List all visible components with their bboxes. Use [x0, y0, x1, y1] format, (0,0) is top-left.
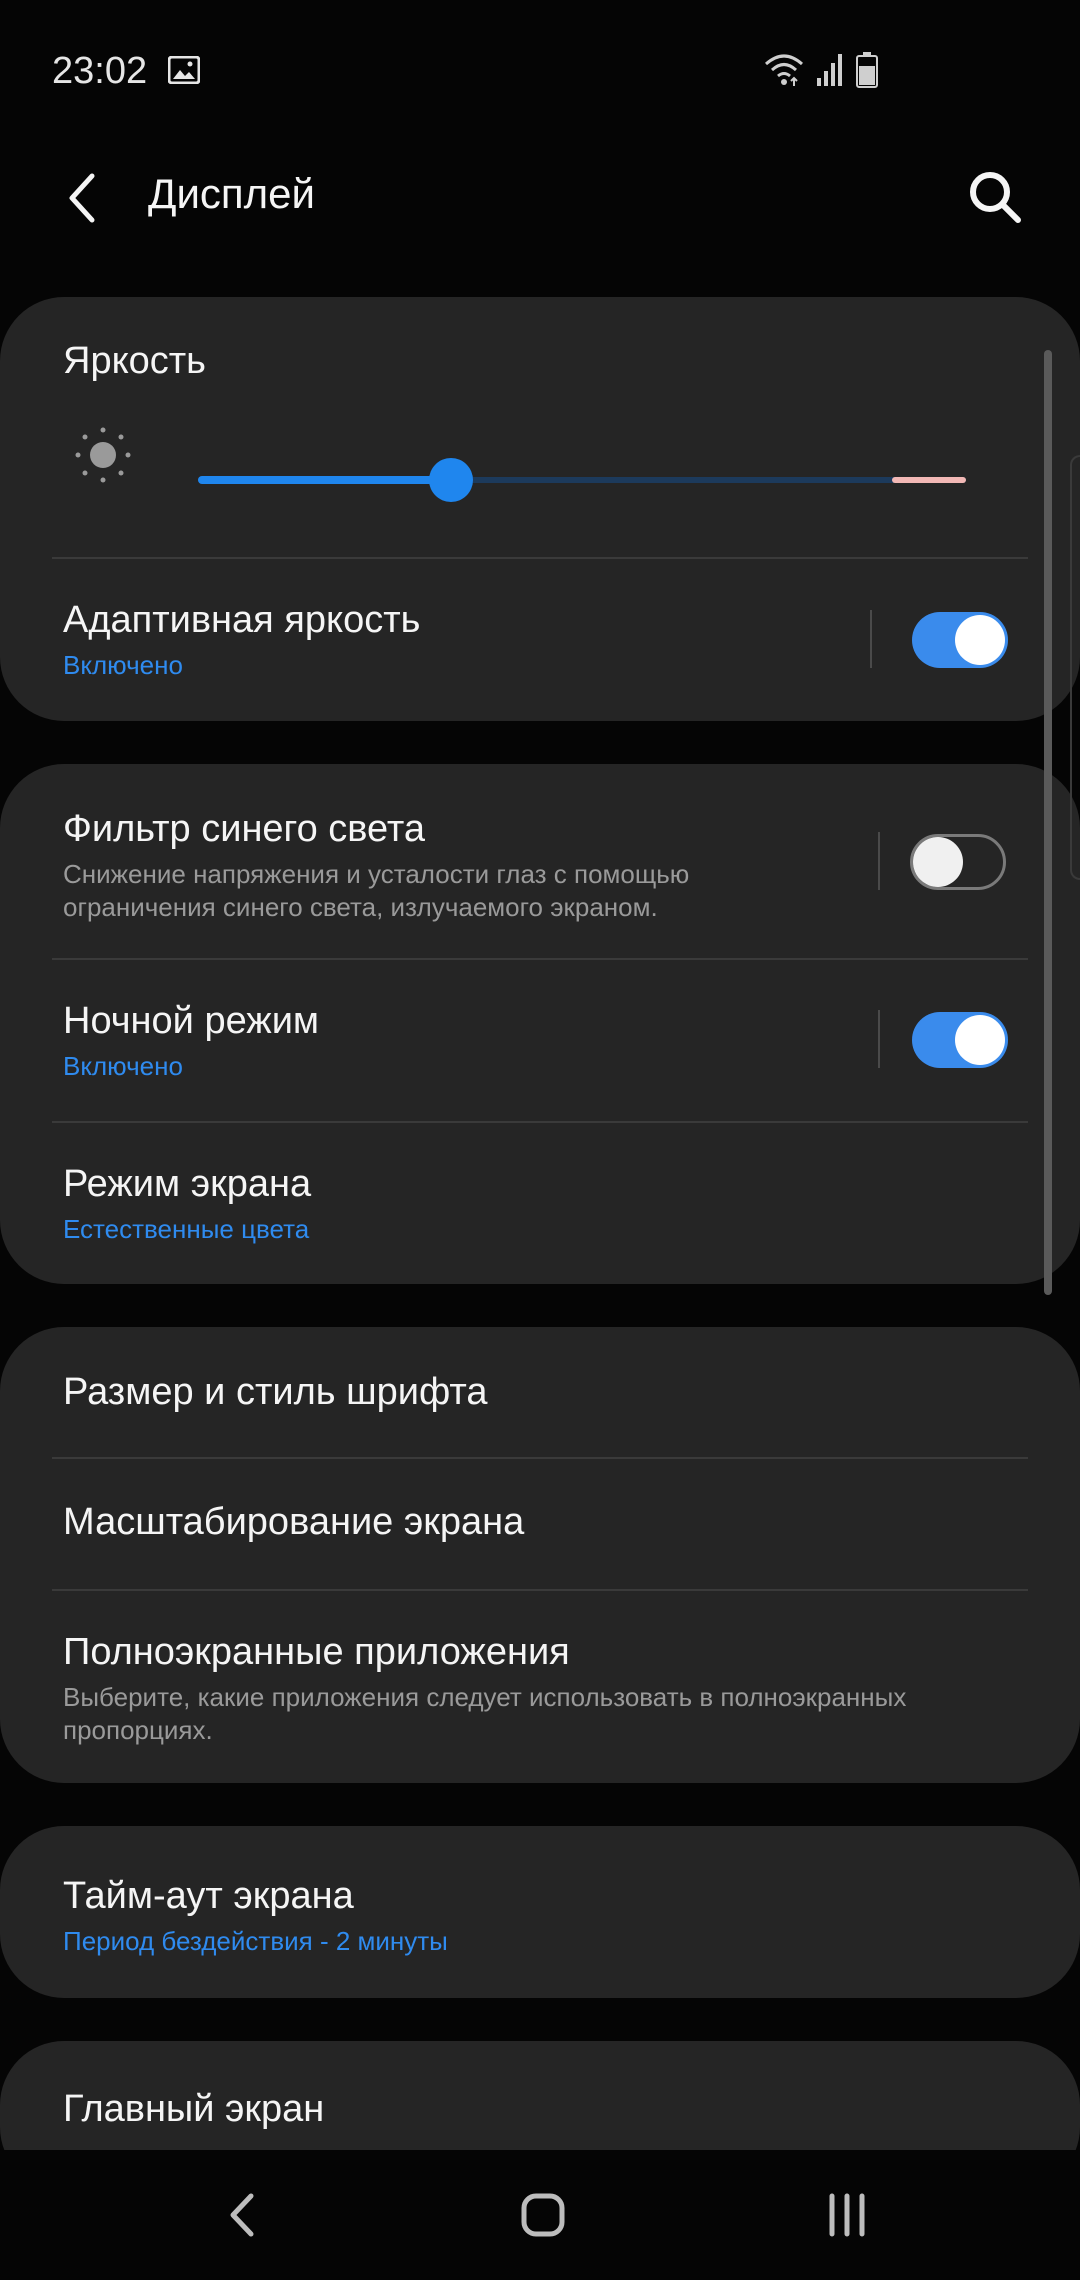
back-icon[interactable]: [207, 2180, 277, 2250]
font-size-style-title: Размер и стиль шрифта: [63, 1371, 488, 1413]
navigation-bar: [0, 2150, 1080, 2280]
page-title: Дисплей: [148, 170, 315, 217]
gallery-icon: [168, 56, 200, 84]
wifi-icon: [765, 54, 803, 86]
night-mode-row[interactable]: Ночной режим Включено: [0, 960, 1080, 1120]
screen-timeout-value: Период бездействия - 2 минуты: [63, 1926, 448, 1956]
fullscreen-apps-description: Выберите, какие приложения следует испол…: [63, 1682, 907, 1745]
signal-icon: [817, 54, 842, 86]
blue-light-filter-row[interactable]: Фильтр синего света Снижение напряжения …: [0, 764, 1080, 958]
brightness-title: Яркость: [63, 340, 206, 382]
toggle-knob: [955, 615, 1005, 665]
slider-hdr-zone: [892, 477, 966, 483]
screen-mode-value: Естественные цвета: [63, 1214, 310, 1244]
screen-mode-title: Режим экрана: [63, 1163, 312, 1205]
screen-timeout-title: Тайм-аут экрана: [63, 1875, 354, 1917]
night-mode-status: Включено: [63, 1051, 183, 1081]
slider-fill: [198, 476, 452, 484]
brightness-icon: [75, 427, 131, 483]
blue-light-filter-title: Фильтр синего света: [63, 808, 426, 850]
battery-icon: [856, 52, 878, 88]
font-zoom-card: Размер и стиль шрифта Масштабирование эк…: [0, 1327, 1080, 1783]
screen-zoom-row[interactable]: Масштабирование экрана: [0, 1459, 1080, 1589]
adaptive-brightness-status: Включено: [63, 650, 183, 680]
blue-light-filter-toggle[interactable]: [910, 834, 1006, 890]
vertical-separator: [870, 610, 872, 668]
blue-light-filter-description: Снижение напряжения и усталости глаз с п…: [63, 859, 690, 922]
scrollbar[interactable]: [1044, 350, 1052, 1295]
night-mode-toggle[interactable]: [912, 1012, 1008, 1068]
slider-thumb[interactable]: [429, 458, 474, 502]
home-icon[interactable]: [508, 2180, 578, 2250]
adaptive-brightness-toggle[interactable]: [912, 612, 1008, 668]
brightness-card: Яркость Адаптивная яркость Включено: [0, 297, 1080, 721]
status-bar: 23:02: [0, 0, 1080, 140]
edge-panel-handle[interactable]: [1070, 455, 1080, 880]
status-time: 23:02: [52, 50, 148, 92]
recents-icon[interactable]: [812, 2180, 882, 2250]
font-size-style-row[interactable]: Размер и стиль шрифта: [0, 1327, 1080, 1457]
search-icon[interactable]: [960, 162, 1030, 232]
vertical-separator: [878, 1010, 880, 1068]
adaptive-brightness-title: Адаптивная яркость: [63, 599, 421, 641]
night-mode-title: Ночной режим: [63, 1000, 320, 1042]
screen-zoom-title: Масштабирование экрана: [63, 1501, 525, 1543]
vertical-separator: [878, 832, 880, 890]
home-screen-title: Главный экран: [63, 2088, 325, 2130]
adaptive-brightness-row[interactable]: Адаптивная яркость Включено: [0, 559, 1080, 719]
screen-timeout-card[interactable]: Тайм-аут экрана Период бездействия - 2 м…: [0, 1826, 1080, 1998]
display-mode-card: Фильтр синего света Снижение напряжения …: [0, 764, 1080, 1284]
screen-mode-row[interactable]: Режим экрана Естественные цвета: [0, 1123, 1080, 1283]
toggle-knob: [913, 837, 963, 887]
chevron-left-icon[interactable]: [52, 166, 116, 230]
toggle-knob: [955, 1015, 1005, 1065]
fullscreen-apps-title: Полноэкранные приложения: [63, 1631, 570, 1673]
brightness-slider[interactable]: [198, 455, 966, 505]
fullscreen-apps-row[interactable]: Полноэкранные приложения Выберите, какие…: [0, 1591, 1080, 1783]
app-header: Дисплей: [0, 140, 1080, 290]
